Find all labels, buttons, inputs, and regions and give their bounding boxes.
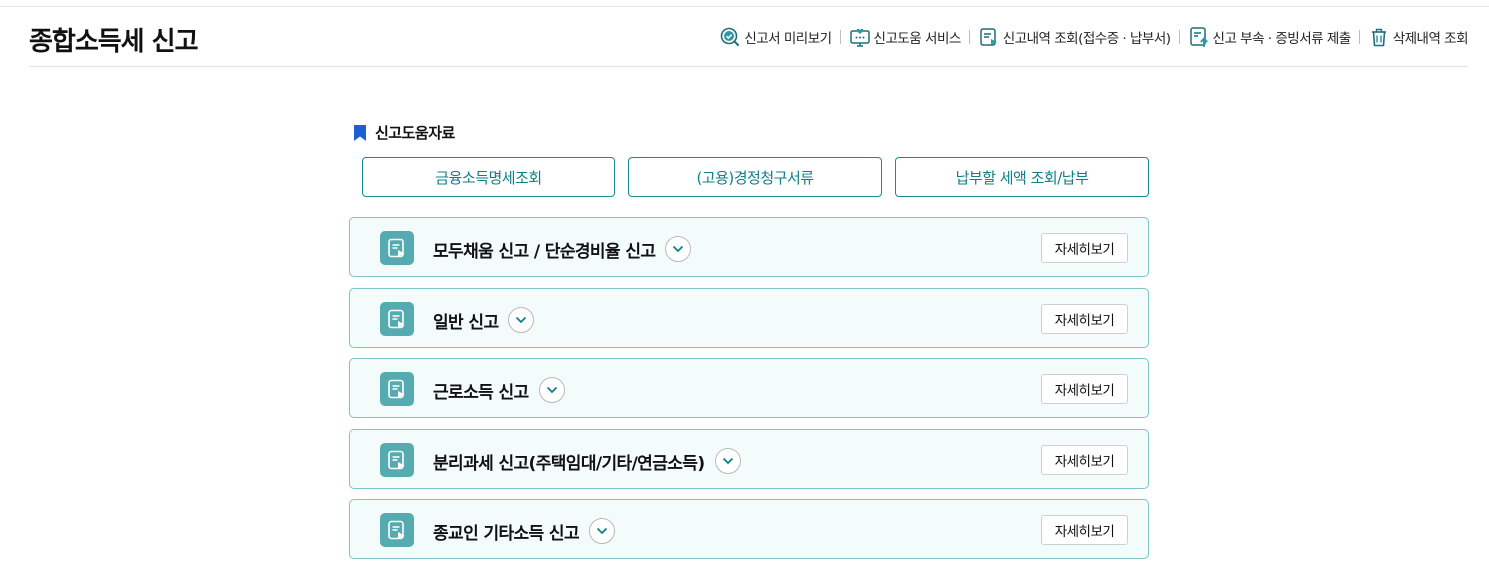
chevron-down-icon[interactable] (538, 377, 565, 403)
page-title: 종합소득세 신고 (29, 27, 198, 57)
submit-documents-label: 신고 부속 · 증빙서류 제출 (1212, 31, 1352, 47)
document-upload-icon (1188, 26, 1210, 48)
submit-documents-link[interactable]: 신고 부속 · 증빙서류 제출 (1188, 26, 1351, 48)
filing-help-service-link[interactable]: 신고도움 서비스 (849, 26, 961, 48)
document-edit-icon (380, 372, 414, 406)
nav-divider (968, 30, 970, 44)
help-section-label: 신고도움자료 (375, 124, 455, 142)
page-header: 종합소득세 신고 신고서 미리보기 신고도움 서비스 신고내역 조회(접수증 ·… (29, 7, 1469, 67)
chevron-down-icon[interactable] (714, 448, 741, 474)
bookmark-icon (353, 124, 367, 142)
utility-nav: 신고서 미리보기 신고도움 서비스 신고내역 조회(접수증 · 납부서) 신고 … (719, 25, 1469, 49)
tax-payment-lookup-button[interactable]: 납부할 세액 조회/납부 (895, 157, 1149, 197)
monitor-heart-icon (849, 26, 871, 48)
view-details-button[interactable]: 자세히보기 (1041, 515, 1128, 545)
employment-correction-documents-button[interactable]: (고용)경정청구서류 (628, 157, 882, 197)
filing-help-service-label: 신고도움 서비스 (873, 31, 962, 47)
filing-type-title: 분리과세 신고(주택임대/기타/연금소득) (433, 448, 741, 474)
magnifier-check-icon (719, 26, 741, 48)
chevron-down-icon[interactable] (665, 236, 692, 262)
financial-income-lookup-button[interactable]: 금융소득명세조회 (362, 157, 615, 197)
view-details-button[interactable]: 자세히보기 (1041, 233, 1128, 263)
filing-type-title: 일반 신고 (433, 307, 535, 333)
trash-icon (1368, 26, 1390, 48)
filing-type-prefilled-simple[interactable]: 모두채움 신고 / 단순경비율 신고 자세히보기 (349, 217, 1149, 277)
nav-divider (839, 30, 841, 44)
document-edit-icon (380, 302, 414, 336)
filing-type-title: 종교인 기타소득 신고 (433, 518, 615, 544)
filing-type-title: 모두채움 신고 / 단순경비율 신고 (433, 236, 692, 262)
help-section-title: 신고도움자료 (353, 122, 455, 143)
chevron-down-icon[interactable] (589, 518, 615, 544)
filing-history-link[interactable]: 신고내역 조회(접수증 · 납부서) (978, 26, 1171, 48)
view-details-button[interactable]: 자세히보기 (1041, 304, 1128, 334)
filing-type-religious-other-income[interactable]: 종교인 기타소득 신고 자세히보기 (349, 499, 1149, 559)
deleted-history-link[interactable]: 삭제내역 조회 (1368, 26, 1469, 48)
filing-history-label: 신고내역 조회(접수증 · 납부서) (1002, 31, 1171, 47)
filing-type-separate-taxation[interactable]: 분리과세 신고(주택임대/기타/연금소득) 자세히보기 (349, 429, 1149, 489)
preview-filing-link[interactable]: 신고서 미리보기 (719, 26, 832, 48)
filing-type-label: 모두채움 신고 / 단순경비율 신고 (433, 241, 656, 262)
filing-type-label: 일반 신고 (433, 312, 499, 333)
preview-filing-label: 신고서 미리보기 (744, 31, 832, 47)
filing-type-general[interactable]: 일반 신고 자세히보기 (349, 288, 1149, 348)
view-details-button[interactable]: 자세히보기 (1041, 374, 1128, 404)
deleted-history-label: 삭제내역 조회 (1392, 31, 1469, 47)
filing-type-label: 분리과세 신고(주택임대/기타/연금소득) (433, 453, 705, 474)
filing-type-earned-income[interactable]: 근로소득 신고 자세히보기 (349, 358, 1149, 418)
filing-type-label: 종교인 기타소득 신고 (433, 523, 580, 544)
document-edit-icon (380, 513, 414, 547)
chevron-down-icon[interactable] (508, 307, 535, 333)
nav-divider (1358, 30, 1360, 44)
filing-type-label: 근로소득 신고 (433, 382, 529, 403)
document-edit-icon (380, 231, 414, 265)
view-details-button[interactable]: 자세히보기 (1041, 445, 1128, 475)
document-edit-icon (380, 443, 414, 477)
nav-divider (1178, 30, 1180, 44)
filing-type-title: 근로소득 신고 (433, 377, 565, 403)
document-arrow-icon (978, 26, 1000, 48)
